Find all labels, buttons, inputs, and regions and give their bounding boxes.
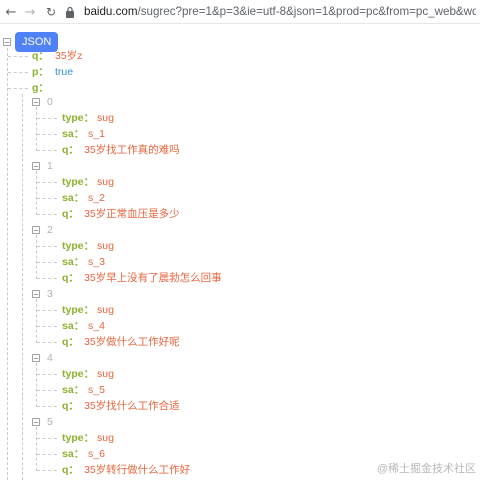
back-arrow-icon[interactable]: ← [2,3,20,21]
value-type: sug [97,368,114,380]
collapse-toggle-root[interactable] [3,38,11,46]
collapse-toggle-item[interactable] [32,290,40,298]
value-sa: s_4 [88,320,105,332]
value-sa: s_2 [88,192,105,204]
value-sa: s_1 [88,128,105,140]
tree-connector [37,182,57,183]
key-p: p： [32,66,49,78]
address-bar[interactable]: baidu.com/sugrec?pre=1&p=3&ie=utf-8&json… [84,4,476,20]
tree-connector [37,470,57,471]
value-sa: s_6 [88,448,105,460]
value-type: sug [97,432,114,444]
tree-connector [37,342,57,343]
tree-connector [37,214,57,215]
value-q: 35岁找什么工作合适 [84,400,180,412]
key-g: g： [32,82,49,94]
tree-connector [37,118,57,119]
key-type: type： [62,368,95,380]
value-sa: s_5 [88,384,105,396]
reload-icon[interactable]: ↻ [42,3,60,21]
lock-icon[interactable] [65,6,75,18]
key-q: q： [62,208,79,220]
browser-toolbar: ← → ↻ baidu.com/sugrec?pre=1&p=3&ie=utf-… [0,0,480,24]
key-type: type： [62,240,95,252]
value-type: sug [97,176,114,188]
tree-connector [37,262,57,263]
tree-guide-g [22,94,23,480]
key-type: type： [62,112,95,124]
tree-connector [8,56,28,57]
value-q: 35岁z [55,50,83,62]
key-sa: sa： [62,192,85,204]
key-sa: sa： [62,256,85,268]
value-type: sug [97,240,114,252]
key-sa: sa： [62,320,85,332]
key-type: type： [62,176,95,188]
value-q: 35岁正常血压是多少 [84,208,180,220]
item-index: 5 [47,416,53,428]
item-index: 3 [47,288,53,300]
value-type: sug [97,112,114,124]
key-q: q： [32,50,49,62]
url-path: /sugrec?pre=1&p=3&ie=utf-8&json=1&prod=p… [137,5,477,18]
tree-connector [8,72,28,73]
key-q: q： [62,272,79,284]
key-sa: sa： [62,384,85,396]
key-q: q： [62,464,79,476]
tree-connector [37,326,57,327]
key-sa: sa： [62,448,85,460]
item-index: 2 [47,224,53,236]
tree-guide-item [36,171,37,215]
collapse-toggle-item[interactable] [32,98,40,106]
key-q: q： [62,144,79,156]
tree-connector [37,150,57,151]
collapse-toggle-item[interactable] [32,354,40,362]
key-type: type： [62,304,95,316]
key-sa: sa： [62,128,85,140]
tree-guide-item [36,299,37,343]
value-q: 35岁做什么工作好呢 [84,336,180,348]
key-q: q： [62,336,79,348]
collapse-toggle-item[interactable] [32,226,40,234]
tree-connector [37,310,57,311]
json-viewer: JSON q： 35岁z p： true g： 0 type： sug sa： s_1 q… [0,24,480,480]
tree-guide-item [36,235,37,279]
key-q: q： [62,400,79,412]
collapse-toggle-item[interactable] [32,162,40,170]
tree-connector [37,374,57,375]
item-index: 1 [47,160,53,172]
forward-arrow-icon[interactable]: → [21,3,39,21]
tree-connector [37,406,57,407]
tree-connector [8,88,28,89]
tree-connector [37,198,57,199]
value-q: 35岁找工作真的难吗 [84,144,180,156]
collapse-toggle-item[interactable] [32,418,40,426]
watermark: @稀土掘金技术社区 [376,463,476,475]
tree-connector [37,278,57,279]
value-q: 35岁早上没有了晨勃怎么回事 [84,272,222,284]
tree-connector [37,438,57,439]
value-type: sug [97,304,114,316]
tree-connector [37,454,57,455]
value-q: 35岁转行做什么工作好 [84,464,191,476]
item-index: 4 [47,352,53,364]
value-p: true [55,66,74,78]
tree-connector [37,134,57,135]
url-host: baidu.com [84,5,138,18]
tree-guide-item [36,363,37,407]
value-sa: s_3 [88,256,105,268]
tree-connector [37,246,57,247]
tree-guide-item [36,107,37,151]
tree-guide-root [7,48,8,480]
item-index: 0 [47,96,53,108]
tree-connector [37,390,57,391]
key-type: type： [62,432,95,444]
tree-guide-item [36,427,37,471]
